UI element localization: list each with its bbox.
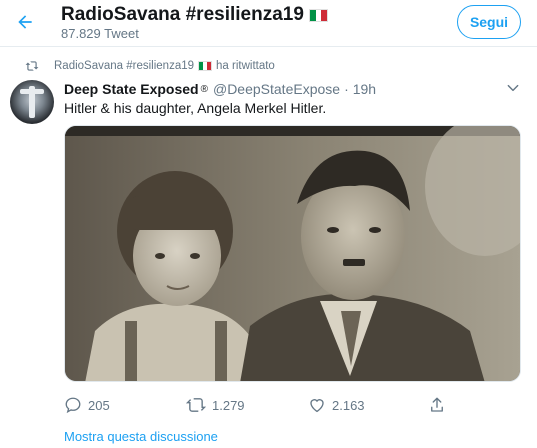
profile-name: RadioSavana #resilienza19 [61, 4, 304, 25]
back-arrow-icon[interactable] [12, 9, 38, 35]
retweet-icon [186, 398, 206, 412]
tweet-actions: 205 1.279 2.163 [64, 396, 521, 416]
retweet-action-text: ha ritwittato [216, 60, 275, 72]
reply-icon [65, 397, 81, 414]
tweet-count: 87.829 Tweet [61, 26, 139, 41]
retweet-count: 1.279 [212, 397, 245, 413]
retweeter-name[interactable]: RadioSavana #resilienza19 [54, 60, 194, 72]
reply-button[interactable]: 205 [64, 396, 110, 414]
like-icon [310, 399, 324, 413]
retweet-button[interactable]: 1.279 [186, 396, 245, 414]
tweet-photo[interactable] [64, 125, 521, 382]
follow-button[interactable]: Segui [457, 5, 521, 39]
avatar[interactable] [10, 80, 54, 124]
italian-flag-icon [198, 61, 213, 71]
like-button[interactable]: 2.163 [308, 396, 365, 414]
profile-title: RadioSavana #resilienza19 [61, 4, 328, 26]
profile-header: RadioSavana #resilienza19 87.829 Tweet S… [0, 0, 537, 47]
retweet-icon [25, 60, 39, 72]
share-icon [431, 397, 443, 412]
tweet-author-line: Deep State Exposed ® @DeepStateExpose · … [64, 80, 376, 98]
like-count: 2.163 [332, 397, 365, 413]
italian-flag-icon [308, 9, 328, 22]
separator-dot: · [344, 81, 349, 97]
tweet-text: Hitler & his daughter, Angela Merkel Hit… [64, 100, 327, 116]
chevron-down-icon[interactable] [506, 81, 520, 100]
show-discussion-link[interactable]: Mostra questa discussione [64, 429, 218, 444]
author-handle[interactable]: @DeepStateExpose [213, 81, 340, 97]
share-button[interactable] [428, 396, 452, 414]
reply-count: 205 [88, 397, 110, 413]
avatar-symbol-bar [20, 89, 44, 94]
author-badge: ® [200, 83, 208, 95]
author-name[interactable]: Deep State Exposed [64, 81, 199, 97]
tweet-time[interactable]: 19h [353, 81, 376, 97]
photo-image [65, 126, 520, 381]
retweet-context[interactable]: RadioSavana #resilienza19 ha ritwittato [25, 58, 275, 74]
